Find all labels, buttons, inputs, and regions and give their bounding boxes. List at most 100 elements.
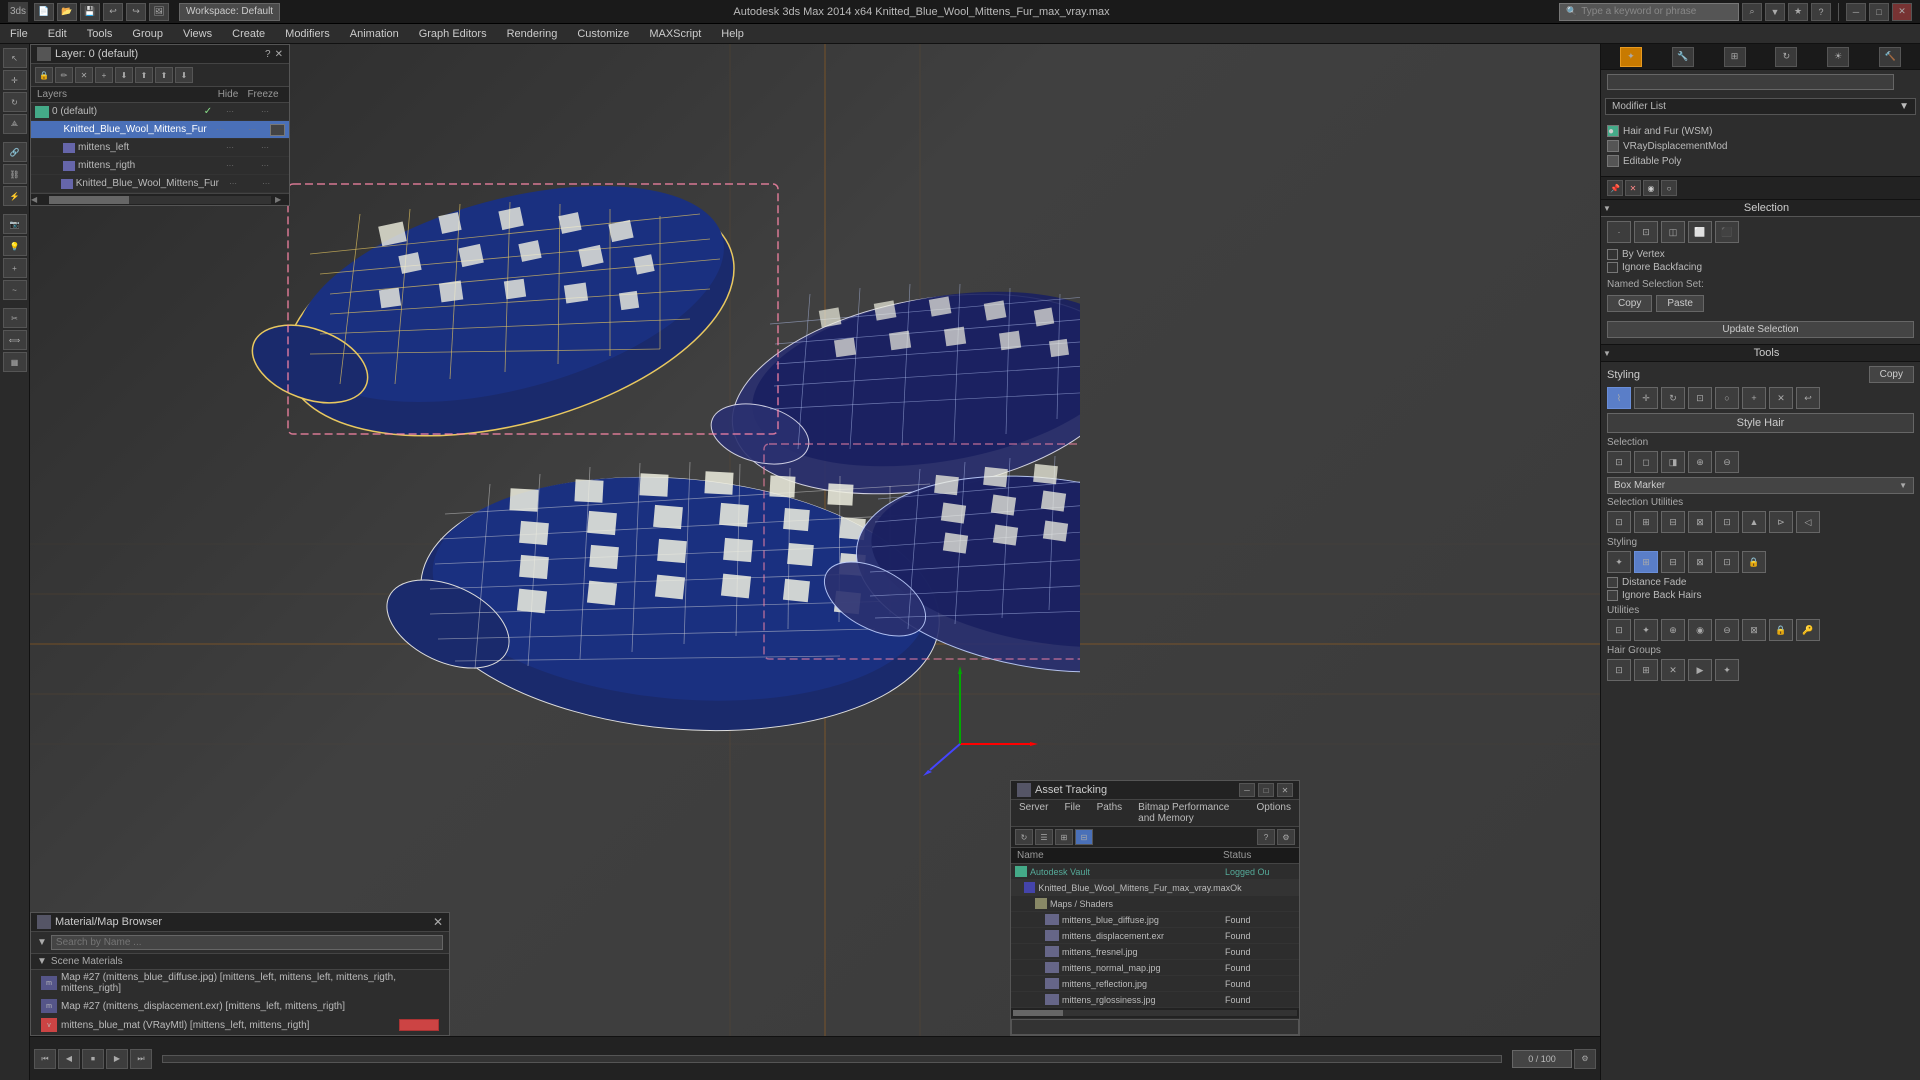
next-frame-btn[interactable]: ▶ (106, 1049, 128, 1069)
modifier-editable-poly[interactable]: Editable Poly (1607, 155, 1914, 167)
ignore-back-hairs-check[interactable] (1607, 590, 1618, 601)
styl2-5[interactable]: ⊡ (1715, 551, 1739, 573)
layer-scroll-right[interactable]: ▶ (275, 195, 289, 204)
move-btn[interactable]: ✛ (3, 70, 27, 90)
layer-scroll-left[interactable]: ◀ (31, 195, 45, 204)
sel-util-5[interactable]: ⊡ (1715, 511, 1739, 533)
delete-hair-btn[interactable]: ✕ (1769, 387, 1793, 409)
layer-delete-btn[interactable]: ✕ (75, 67, 93, 83)
asset-row-0[interactable]: Autodesk Vault Logged Ou (1011, 864, 1299, 880)
copy-btn[interactable]: Copy (1869, 366, 1914, 383)
util-key[interactable]: 🔑 (1796, 619, 1820, 641)
asset-row-2[interactable]: Maps / Shaders (1011, 896, 1299, 912)
delete-mod-btn[interactable]: ✕ (1625, 180, 1641, 196)
util-4[interactable]: ◉ (1688, 619, 1712, 641)
layer-row-4[interactable]: Knitted_Blue_Wool_Mittens_Fur ··· ··· (31, 175, 289, 193)
material-search-btn[interactable]: ▼ (37, 937, 47, 948)
hg-4[interactable]: ▶ (1688, 659, 1712, 681)
material-close-btn[interactable]: ✕ (433, 915, 443, 929)
menu-animation[interactable]: Animation (340, 24, 409, 44)
material-item-2[interactable]: v mittens_blue_mat (VRayMtl) [mittens_le… (31, 1016, 449, 1035)
asset-scroll-h-thumb[interactable] (1013, 1010, 1063, 1016)
frame-input[interactable]: 0 / 100 (1512, 1050, 1572, 1068)
mirror-btn[interactable]: ⟺ (3, 330, 27, 350)
layer-down2-btn[interactable]: ⬇ (175, 67, 193, 83)
scale-hair-btn[interactable]: ⊡ (1688, 387, 1712, 409)
menu-rendering[interactable]: Rendering (497, 24, 568, 44)
layer-lock-btn[interactable]: 🔒 (35, 67, 53, 83)
hg-3[interactable]: ✕ (1661, 659, 1685, 681)
styl2-3[interactable]: ⊟ (1661, 551, 1685, 573)
pin-btn[interactable]: 📌 (1607, 180, 1623, 196)
filter-btn[interactable]: ▼ (1765, 3, 1785, 21)
util-lock[interactable]: 🔒 (1769, 619, 1793, 641)
sel-shrink-btn[interactable]: ⊖ (1715, 451, 1739, 473)
minimize-btn[interactable]: ─ (1846, 3, 1866, 21)
sel-util-6[interactable]: ▲ (1742, 511, 1766, 533)
prev-frame-btn[interactable]: ◀ (58, 1049, 80, 1069)
layer-row-2[interactable]: mittens_left ··· ··· (31, 139, 289, 157)
move-hair-btn[interactable]: ✛ (1634, 387, 1658, 409)
box-marker-arrow[interactable]: ▼ (1899, 481, 1907, 490)
star-btn[interactable]: ★ (1788, 3, 1808, 21)
sel-grow-btn[interactable]: ⊕ (1688, 451, 1712, 473)
vertex-sel-btn[interactable]: · (1607, 221, 1631, 243)
rotate-hair-btn[interactable]: ↻ (1661, 387, 1685, 409)
menu-edit[interactable]: Edit (38, 24, 77, 44)
asset-menu-bitmap[interactable]: Bitmap Performance and Memory (1130, 800, 1248, 826)
play-btn[interactable]: ⏮ (34, 1049, 56, 1069)
material-item-1[interactable]: m Map #27 (mittens_displacement.exr) [mi… (31, 997, 449, 1016)
asset-row-1[interactable]: Knitted_Blue_Wool_Mittens_Fur_max_vray.m… (1011, 880, 1299, 896)
sel-util-2[interactable]: ⊞ (1634, 511, 1658, 533)
asset-list-btn[interactable]: ☰ (1035, 829, 1053, 845)
element-sel-btn[interactable]: ⬛ (1715, 221, 1739, 243)
stop-btn[interactable]: ⏹ (82, 1049, 104, 1069)
undo-btn[interactable]: ↩ (103, 3, 123, 21)
layer-down-btn[interactable]: ⬇ (115, 67, 133, 83)
asset-large-btn[interactable]: ⊟ (1075, 829, 1093, 845)
menu-file[interactable]: File (0, 24, 38, 44)
time-config-btn[interactable]: ⚙ (1574, 1049, 1596, 1069)
menu-maxscript[interactable]: MAXScript (639, 24, 711, 44)
scene-materials-section[interactable]: ▼ Scene Materials (31, 954, 449, 970)
unlink-btn[interactable]: ⛓ (3, 164, 27, 184)
update-sel-btn[interactable]: Update Selection (1607, 321, 1914, 338)
maximize-btn[interactable]: □ (1869, 3, 1889, 21)
hg-5[interactable]: ✦ (1715, 659, 1739, 681)
menu-create[interactable]: Create (222, 24, 275, 44)
modifier-list-dropdown[interactable]: Modifier List ▼ (1605, 98, 1916, 115)
asset-menu-options[interactable]: Options (1249, 800, 1299, 826)
redo-btn[interactable]: ↪ (126, 3, 146, 21)
layer-scroll-thumb[interactable] (49, 196, 129, 204)
menu-graph-editors[interactable]: Graph Editors (409, 24, 497, 44)
scale-btn[interactable]: ⟁ (3, 114, 27, 134)
close-btn[interactable]: ✕ (1892, 3, 1912, 21)
asset-menu-file[interactable]: File (1056, 800, 1088, 826)
hide-mod-btn[interactable]: ○ (1661, 180, 1677, 196)
styl2-2[interactable]: ⊞ (1634, 551, 1658, 573)
helper-btn[interactable]: + (3, 258, 27, 278)
workspace-button[interactable]: Workspace: Default (179, 3, 280, 21)
poly-sel-btn[interactable]: ⬜ (1688, 221, 1712, 243)
asset-row-6[interactable]: mittens_normal_map.jpg Found (1011, 960, 1299, 976)
layer-scrollbar[interactable]: ◀ ▶ (31, 193, 289, 205)
layer-edit-btn[interactable]: ✏ (55, 67, 73, 83)
info-btn[interactable]: ? (1811, 3, 1831, 21)
layer-up-btn[interactable]: ⬆ (135, 67, 153, 83)
new-btn[interactable]: 📄 (34, 3, 54, 21)
utilities-tab[interactable]: 🔨 (1879, 47, 1901, 67)
selection-collapse-btn[interactable]: ▼ (1601, 204, 1613, 213)
util-1[interactable]: ⊡ (1607, 619, 1631, 641)
sel-util-7[interactable]: ⊳ (1769, 511, 1793, 533)
hierarchy-tab[interactable]: ⊞ (1724, 47, 1746, 67)
layer-add-btn[interactable]: + (95, 67, 113, 83)
knife-btn[interactable]: ✂ (3, 308, 27, 328)
camera-view-btn[interactable]: 📷 (3, 214, 27, 234)
select-btn[interactable]: ↖ (3, 48, 27, 68)
hg-1[interactable]: ⊡ (1607, 659, 1631, 681)
menu-group[interactable]: Group (122, 24, 173, 44)
layer-scroll-track[interactable] (49, 196, 271, 204)
sel-util-1[interactable]: ⊡ (1607, 511, 1631, 533)
modifier-vray-disp[interactable]: VRayDisplacementMod (1607, 140, 1914, 152)
comb-btn[interactable]: ⌇ (1607, 387, 1631, 409)
